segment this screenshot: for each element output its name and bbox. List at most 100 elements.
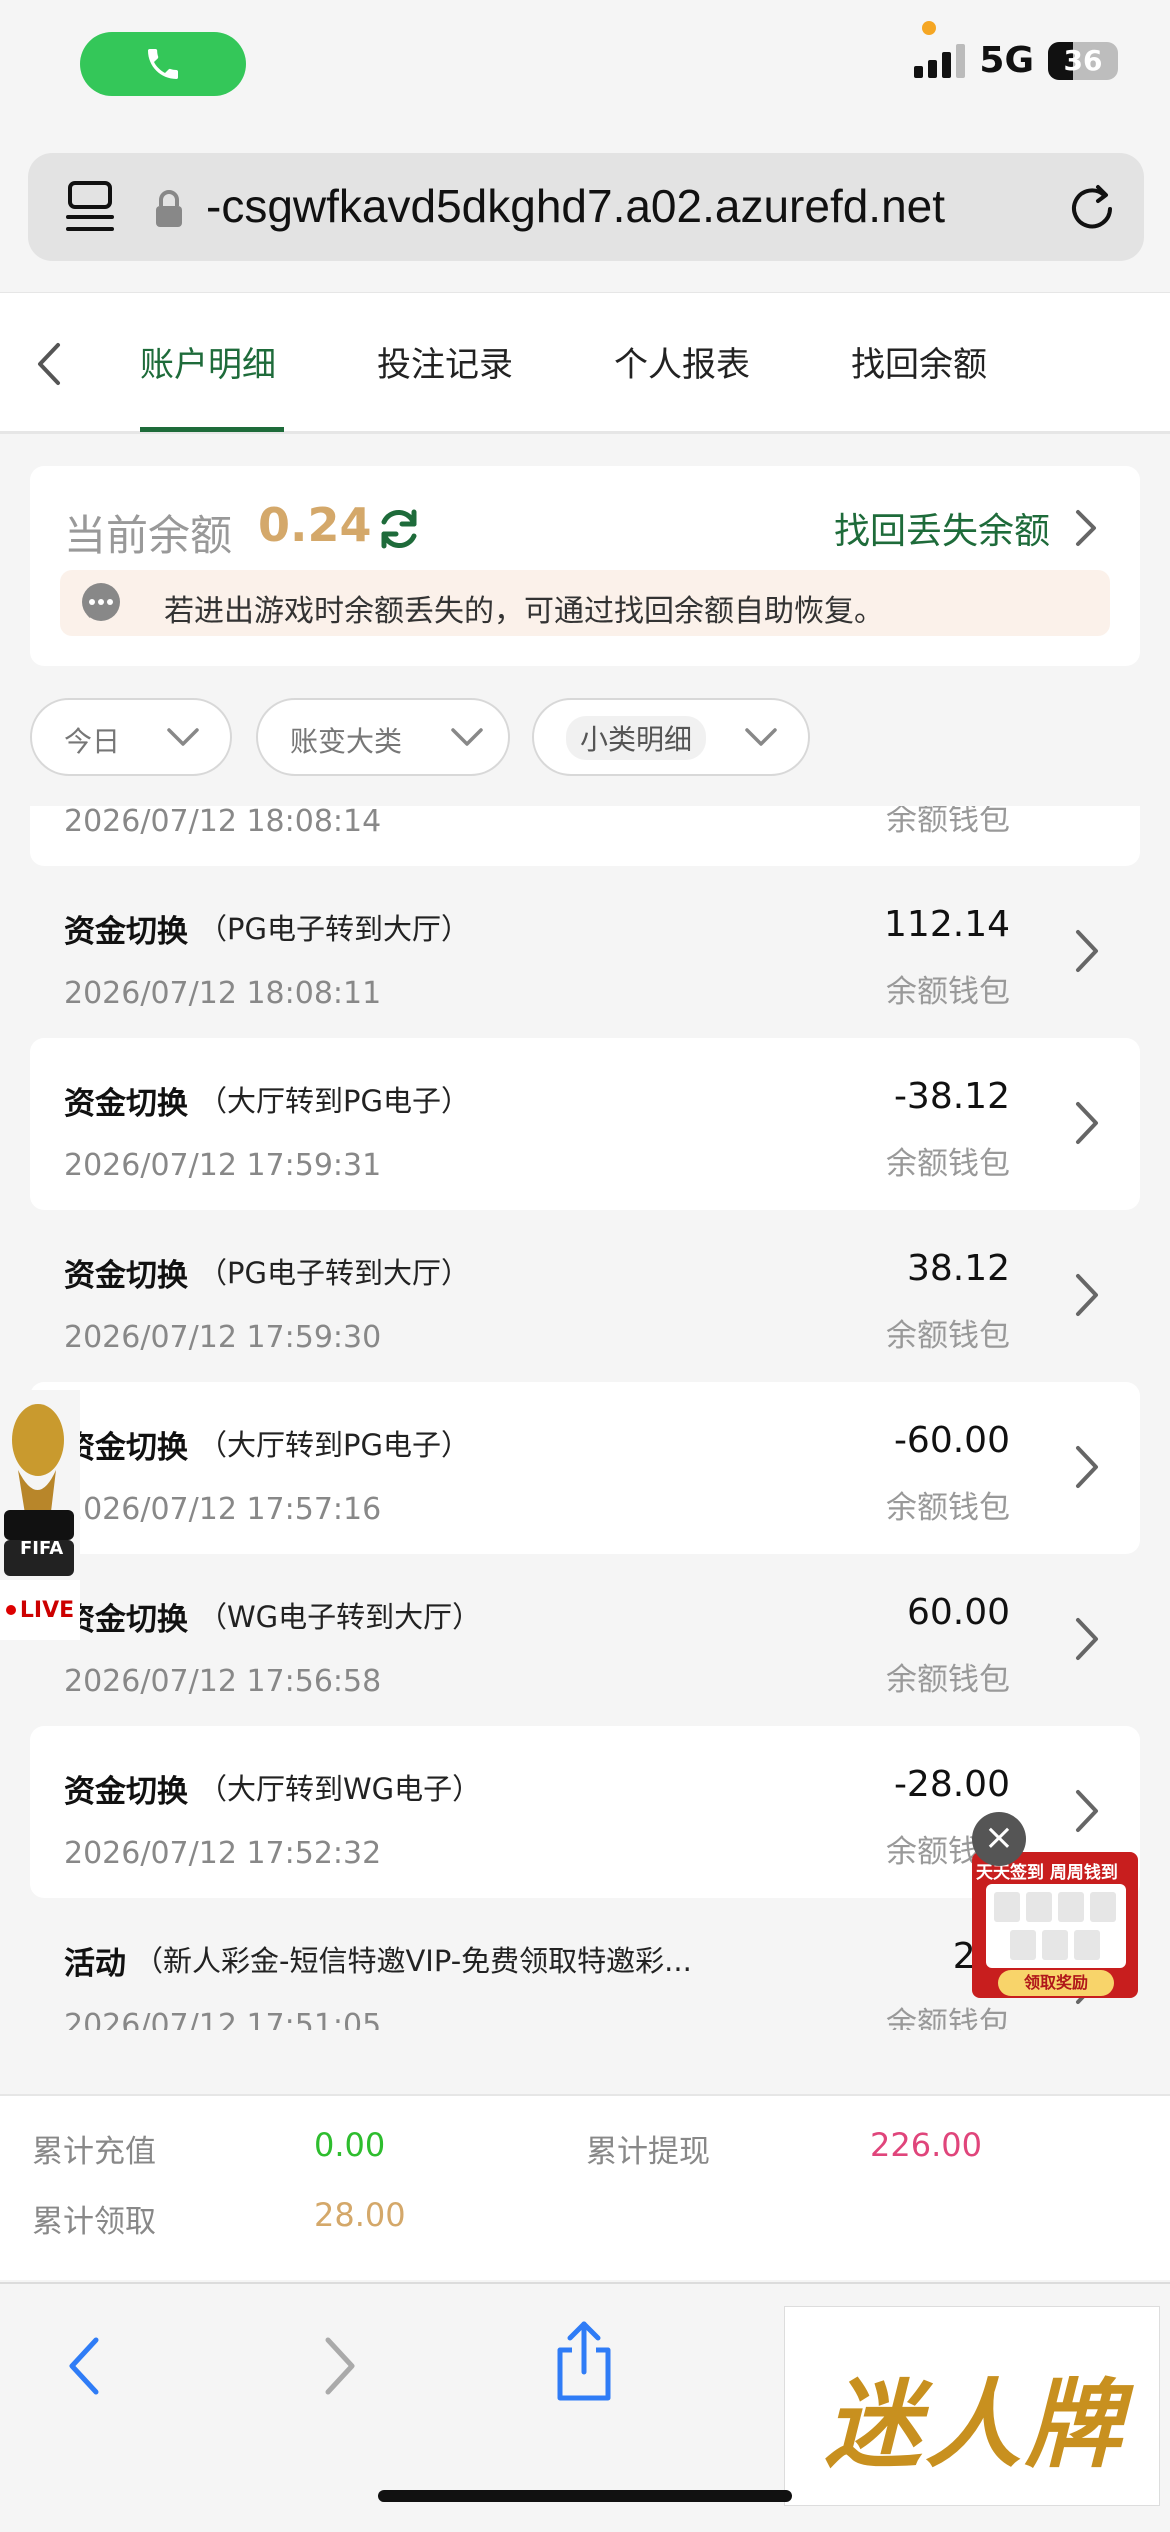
network-type: 5G <box>979 40 1034 81</box>
total-recharge-label: 累计充值 <box>32 2134 156 2170</box>
transaction-desc: （大厅转到PG电子） <box>198 1428 470 1462</box>
share-icon[interactable] <box>552 2320 616 2404</box>
transaction-time: 2026/07/12 17:51:05 <box>64 2008 382 2030</box>
phone-icon <box>148 49 178 79</box>
total-claimed-label: 累计领取 <box>32 2204 156 2240</box>
refresh-icon[interactable] <box>374 504 424 554</box>
transaction-row[interactable]: 2026/07/12 18:08:14 余额钱包 <box>30 806 1140 866</box>
transaction-row[interactable]: 资金切换 （大厅转到PG电子） 2026/07/12 17:59:31 -38.… <box>30 1038 1140 1210</box>
tab-bar: 账户明细 投注记录 个人报表 找回余额 <box>0 292 1170 434</box>
filter-subcategory-label: 小类明细 <box>566 716 707 760</box>
transaction-wallet: 余额钱包 <box>886 806 1010 838</box>
reload-icon[interactable] <box>1066 181 1118 233</box>
transaction-wallet: 余额钱包 <box>886 2006 1010 2030</box>
chevron-right-icon <box>1076 1618 1098 1660</box>
transaction-amount: 60.00 <box>906 1592 1010 1633</box>
transaction-wallet: 余额钱包 <box>886 1146 1010 1182</box>
transaction-title: 资金切换 <box>64 1086 188 1122</box>
home-indicator[interactable] <box>378 2490 792 2502</box>
battery-level: 36 <box>1063 44 1103 77</box>
total-claimed-value: 28.00 <box>314 2196 406 2234</box>
filter-date-label: 今日 <box>64 725 121 758</box>
transaction-amount: 38.12 <box>906 1248 1010 1289</box>
live-badge[interactable]: LIVE <box>0 1580 80 1640</box>
transaction-desc: （新人彩金-短信特邀VIP-免费领取特邀彩... <box>134 1944 692 1978</box>
url-text: -csgwfkavd5dkghd7.a02.azurefd.net <box>206 180 946 232</box>
close-icon[interactable]: × <box>972 1812 1026 1866</box>
tab-recover-balance[interactable]: 找回余额 <box>851 337 987 386</box>
filter-category[interactable]: 账变大类 <box>256 698 510 776</box>
transaction-title: 活动 <box>64 1946 126 1982</box>
tab-account-details[interactable]: 账户明细 <box>140 337 276 386</box>
browser-forward-icon[interactable] <box>318 2334 362 2398</box>
lock-icon <box>156 190 182 227</box>
signal-icon <box>914 43 966 78</box>
total-withdraw-value: 226.00 <box>870 2126 982 2164</box>
filter-date[interactable]: 今日 <box>30 698 232 776</box>
brand-logo-box: 迷人牌 <box>784 2306 1160 2506</box>
transaction-wallet: 余额钱包 <box>886 1318 1010 1354</box>
transaction-row[interactable]: 资金切换 （PG电子转到大厅） 2026/07/12 18:08:11 112.… <box>30 866 1140 1038</box>
transaction-row[interactable]: 资金切换 （PG电子转到大厅） 2026/07/12 17:59:30 38.1… <box>30 1210 1140 1382</box>
chevron-right-icon <box>1076 1274 1098 1316</box>
total-recharge-value: 0.00 <box>314 2126 386 2164</box>
chevron-right-icon <box>1076 1102 1098 1144</box>
tab-bet-records[interactable]: 投注记录 <box>377 337 513 386</box>
call-indicator[interactable] <box>80 32 246 96</box>
status-bar: 5G 36 <box>0 0 1170 140</box>
page-menu-icon[interactable] <box>64 179 116 235</box>
calendar-grid-icon <box>986 1884 1126 1968</box>
chevron-down-icon <box>167 728 199 746</box>
balance-label: 当前余额 <box>64 511 233 560</box>
transaction-row[interactable]: 资金切换 （WG电子转到大厅） 2026/07/12 17:56:58 60.0… <box>30 1554 1140 1726</box>
transaction-amount: 112.14 <box>884 904 1010 945</box>
transaction-time: 2026/07/12 17:59:30 <box>64 1320 382 1355</box>
privacy-indicator-dot <box>922 21 936 35</box>
message-icon <box>82 583 120 621</box>
transaction-wallet: 余额钱包 <box>886 1662 1010 1698</box>
address-bar[interactable]: -csgwfkavd5dkghd7.a02.azurefd.net <box>28 153 1144 261</box>
transaction-desc: （PG电子转到大厅） <box>198 1256 470 1290</box>
transaction-desc: （PG电子转到大厅） <box>198 912 470 946</box>
back-arrow-icon[interactable] <box>32 339 68 389</box>
transaction-time: 2026/07/12 17:56:58 <box>64 1664 382 1699</box>
transaction-title: 资金切换 <box>64 1430 188 1466</box>
promo-floating-widget[interactable]: 天天签到 周周钱到 领取奖励 × <box>968 1812 1144 2000</box>
filter-category-label: 账变大类 <box>290 725 403 758</box>
transaction-amount: -38.12 <box>893 1076 1010 1117</box>
transaction-title: 资金切换 <box>64 914 188 950</box>
chevron-right-icon <box>1076 930 1098 972</box>
chevron-down-icon <box>451 728 483 746</box>
battery-icon: 36 <box>1048 41 1118 80</box>
transaction-desc: （大厅转到WG电子） <box>198 1772 482 1806</box>
claim-reward-button[interactable]: 领取奖励 <box>998 1970 1114 1996</box>
filter-subcategory[interactable]: 小类明细 <box>532 698 810 776</box>
fifa-label: FIFA <box>20 1538 64 1559</box>
transaction-row[interactable]: 资金切换 （大厅转到PG电子） 2026/07/12 17:57:16 -60.… <box>30 1382 1140 1554</box>
live-label: LIVE <box>19 1597 75 1623</box>
active-tab-indicator <box>140 427 284 432</box>
transaction-amount: -28.00 <box>893 1764 1010 1805</box>
transaction-desc: （WG电子转到大厅） <box>198 1600 482 1634</box>
tab-personal-report[interactable]: 个人报表 <box>614 337 750 386</box>
transaction-time: 2026/07/12 17:52:32 <box>64 1836 382 1871</box>
notice-text: 若进出游戏时余额丢失的，可通过找回余额自助恢复。 <box>164 594 884 629</box>
recover-lost-balance-link[interactable]: 找回丢失余额 <box>834 502 1050 554</box>
browser-back-icon[interactable] <box>62 2334 106 2398</box>
transaction-title: 资金切换 <box>64 1602 188 1638</box>
transaction-amount: -60.00 <box>893 1420 1010 1461</box>
balance-card: 当前余额 0.24 找回丢失余额 若进出游戏时余额丢失的，可通过找回余额自助恢复… <box>30 466 1140 666</box>
transaction-time: 2026/07/12 17:59:31 <box>64 1148 382 1183</box>
chevron-right-icon[interactable] <box>1072 508 1100 548</box>
chevron-down-icon <box>745 728 777 746</box>
summary-panel: 累计充值 0.00 累计提现 226.00 累计领取 28.00 <box>0 2094 1170 2280</box>
brand-logo: 迷人牌 <box>825 2368 1125 2481</box>
live-dot-icon <box>5 1605 16 1615</box>
transaction-title: 资金切换 <box>64 1258 188 1294</box>
chevron-right-icon <box>1076 1446 1098 1488</box>
transaction-wallet: 余额钱包 <box>886 974 1010 1010</box>
transaction-wallet: 余额钱包 <box>886 1490 1010 1526</box>
total-withdraw-label: 累计提现 <box>586 2134 710 2170</box>
transaction-time: 2026/07/12 18:08:11 <box>64 976 382 1011</box>
transaction-time: 2026/07/12 17:57:16 <box>64 1492 382 1527</box>
